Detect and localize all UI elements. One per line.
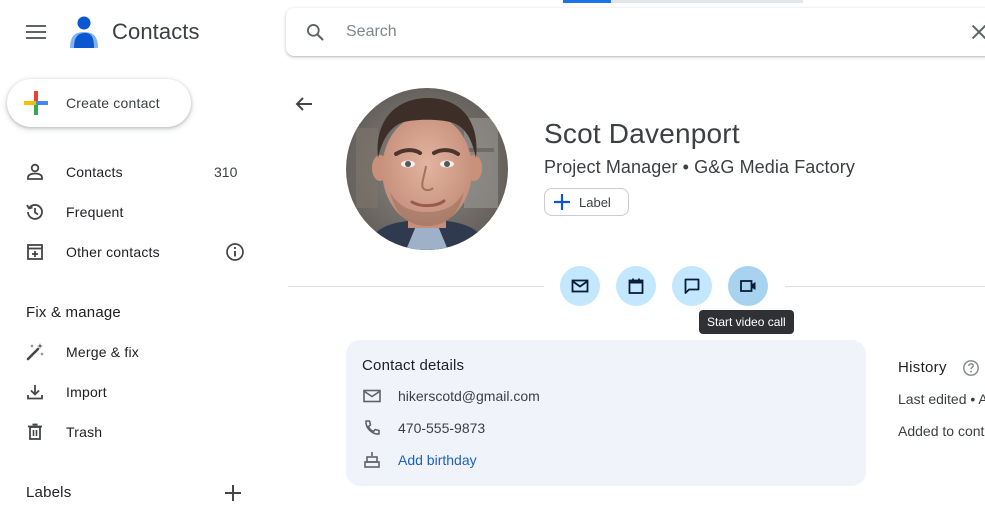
plus-icon <box>554 194 570 210</box>
contact-phone[interactable]: 470-555-9873 <box>398 420 485 436</box>
sidebar-item-label: Trash <box>66 424 103 440</box>
loading-progress-fill <box>563 0 611 3</box>
sidebar-item-frequent[interactable]: Frequent <box>16 194 256 230</box>
add-birthday-link[interactable]: Add birthday <box>398 452 477 468</box>
send-email-button[interactable] <box>560 266 600 306</box>
contact-photo[interactable] <box>346 88 508 250</box>
create-contact-button[interactable]: Create contact <box>7 79 191 127</box>
video-call-button[interactable] <box>728 266 768 306</box>
create-contact-label: Create contact <box>66 95 160 111</box>
sidebar-item-label: Contacts <box>66 164 123 180</box>
birthday-row[interactable]: Add birthday <box>362 448 477 472</box>
video-icon <box>740 280 756 292</box>
contact-email[interactable]: hikerscotd@gmail.com <box>398 388 540 404</box>
search-input[interactable] <box>346 23 906 41</box>
schedule-event-button[interactable] <box>616 266 656 306</box>
mail-icon <box>571 279 589 293</box>
divider <box>288 286 544 287</box>
person-icon <box>24 161 46 183</box>
portrait-image <box>346 88 508 250</box>
search-bar <box>286 8 985 56</box>
sidebar-item-label: Import <box>66 384 107 400</box>
history-icon <box>24 201 46 223</box>
main-menu-button[interactable] <box>18 14 54 50</box>
sidebar-item-merge-fix[interactable]: Merge & fix <box>16 334 256 370</box>
search-icon[interactable] <box>305 22 325 42</box>
calendar-icon <box>628 278 644 294</box>
contacts-logo-icon <box>70 16 98 48</box>
fix-manage-heading: Fix & manage <box>26 304 121 321</box>
history-heading: History <box>898 359 947 376</box>
loading-progress-bar <box>563 0 803 3</box>
sidebar-item-label: Frequent <box>66 204 124 220</box>
app-title: Contacts <box>112 19 200 44</box>
contacts-count: 310 <box>214 164 238 180</box>
sidebar-item-contacts[interactable]: Contacts 310 <box>16 154 256 190</box>
contact-details-card: Contact details hikerscotd@gmail.com 470… <box>346 340 866 486</box>
video-call-tooltip: Start video call <box>699 310 794 334</box>
sidebar-item-trash[interactable]: Trash <box>16 414 256 450</box>
contact-details-heading: Contact details <box>362 357 465 374</box>
sidebar-item-import[interactable]: Import <box>16 374 256 410</box>
help-icon[interactable] <box>962 359 980 377</box>
contact-name: Scot Davenport <box>544 118 740 149</box>
contact-job-company: Project Manager • G&G Media Factory <box>544 157 855 177</box>
trash-icon <box>24 421 46 443</box>
add-label-icon[interactable] <box>222 482 244 504</box>
sidebar-item-label: Merge & fix <box>66 344 139 360</box>
phone-row[interactable]: 470-555-9873 <box>362 416 485 440</box>
colorful-plus-icon <box>24 91 48 115</box>
download-icon <box>24 381 46 403</box>
chat-button[interactable] <box>672 266 712 306</box>
close-icon[interactable] <box>968 21 985 43</box>
history-added: Added to cont <box>898 423 985 439</box>
chat-icon <box>684 278 700 294</box>
sidebar-item-other-contacts[interactable]: Other contacts <box>16 234 256 270</box>
back-arrow-icon[interactable] <box>292 92 316 116</box>
history-last-edited: Last edited • A <box>898 391 985 407</box>
divider <box>785 286 985 287</box>
sidebar-item-label: Other contacts <box>66 244 160 260</box>
magic-wand-icon <box>24 341 46 363</box>
info-icon[interactable] <box>224 241 246 263</box>
labels-heading: Labels <box>26 484 72 501</box>
hamburger-menu-icon <box>26 25 46 39</box>
cake-icon <box>364 452 380 468</box>
archive-add-icon <box>24 241 46 263</box>
phone-icon <box>365 420 380 435</box>
email-row[interactable]: hikerscotd@gmail.com <box>362 384 540 408</box>
label-button-text: Label <box>579 194 611 210</box>
mail-icon <box>363 389 381 403</box>
add-label-button[interactable]: Label <box>544 188 629 216</box>
